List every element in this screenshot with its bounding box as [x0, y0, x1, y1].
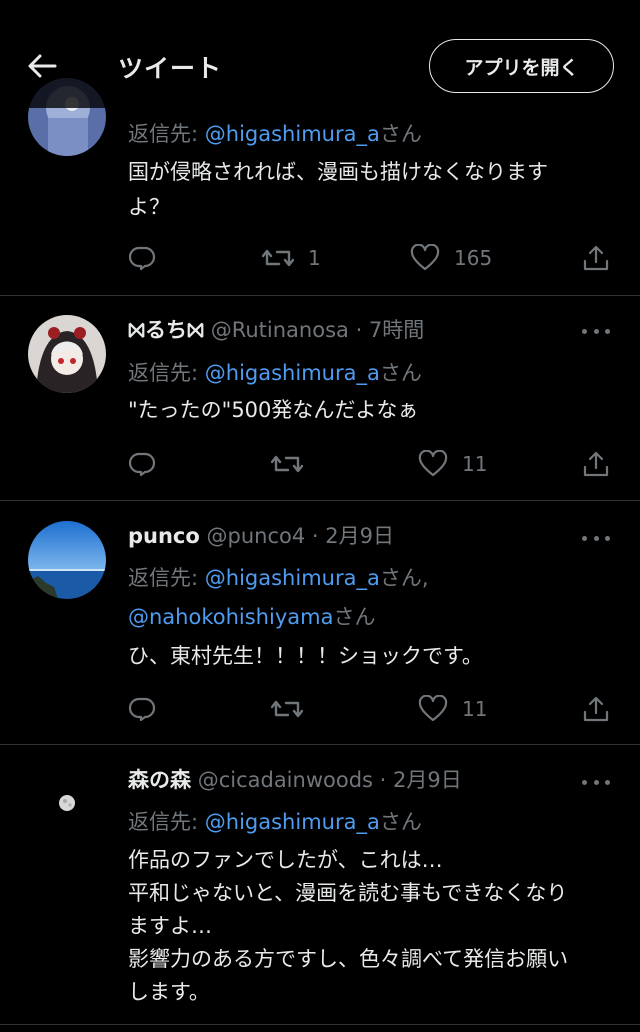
avatar[interactable]: [28, 521, 106, 599]
tweet-author-line: ⨝るち⨝ @Rutinanosa · 7時間: [128, 315, 424, 345]
tweet-author-line: punco @punco4 · 2月9日: [128, 521, 394, 551]
reply-prefix: 返信先:: [128, 361, 205, 385]
tweet-text: 影響力のある方ですし、色々調べて発信お願い: [128, 947, 569, 971]
timestamp[interactable]: · 2月9日: [312, 524, 394, 548]
like-button[interactable]: 165: [410, 244, 492, 272]
share-icon: [582, 695, 610, 723]
top-bar: ツイート アプリを開く: [0, 0, 640, 108]
tweet-card[interactable]: ⨝るち⨝ @Rutinanosa · 7時間 返信先: @higashimura…: [0, 296, 640, 501]
like-count: 11: [462, 697, 488, 721]
retweet-icon: [271, 695, 303, 723]
reply-suffix: さん: [379, 122, 422, 146]
reply-to-line: 返信先: @higashimura_aさん,: [128, 563, 429, 593]
display-name[interactable]: 森の森: [128, 768, 191, 792]
back-arrow-icon[interactable]: [24, 48, 60, 84]
open-app-button[interactable]: アプリを開く: [429, 39, 614, 93]
display-name[interactable]: ⨝るち⨝: [128, 318, 204, 342]
tweet-thread-page: ツイート アプリを開く 返信先: @higashimura_aさん 国が侵略され…: [0, 0, 640, 1032]
heart-icon: [418, 695, 448, 723]
retweet-icon: [262, 244, 294, 272]
reply-handle-link[interactable]: @higashimura_a: [205, 122, 380, 146]
tweet-text: します。: [128, 980, 210, 1004]
reply-to-line: 返信先: @higashimura_aさん: [128, 807, 422, 837]
reply-icon: [128, 450, 156, 478]
share-icon: [582, 244, 610, 272]
reply-icon: [128, 695, 156, 723]
share-button[interactable]: [582, 450, 610, 478]
reply-to-line: @nahokohishiyamaさん: [128, 602, 375, 632]
reply-handle-link[interactable]: @nahokohishiyama: [128, 605, 333, 629]
tweet-text: ひ、東村先生！！！！ショックです。: [128, 644, 483, 668]
more-icon[interactable]: [582, 326, 610, 336]
retweet-button[interactable]: 1: [262, 244, 321, 272]
reply-suffix: さん: [379, 810, 422, 834]
tweet-author-line: 森の森 @cicadainwoods · 2月9日: [128, 765, 462, 795]
reply-button[interactable]: [128, 450, 156, 478]
tweet-card[interactable]: punco @punco4 · 2月9日 返信先: @higashimura_a…: [0, 501, 640, 745]
tweet-text: 平和じゃないと、漫画を読む事もできなくなり: [128, 881, 568, 905]
more-icon[interactable]: [582, 533, 610, 543]
reply-prefix: 返信先:: [128, 566, 205, 590]
share-button[interactable]: [582, 244, 610, 272]
avatar[interactable]: [28, 315, 106, 393]
reply-button[interactable]: [128, 695, 156, 723]
reply-suffix: さん: [379, 361, 422, 385]
retweet-count: 1: [308, 246, 321, 270]
reply-handle-link[interactable]: @higashimura_a: [205, 361, 380, 385]
reply-suffix: さん: [333, 605, 376, 629]
like-button[interactable]: 11: [418, 450, 487, 478]
tweet-text: よ？: [128, 195, 170, 219]
reply-prefix: 返信先:: [128, 810, 205, 834]
tweet-text: 作品のファンでしたが、これは…: [128, 848, 443, 872]
like-count: 11: [462, 452, 488, 476]
handle[interactable]: @cicadainwoods: [198, 768, 373, 792]
tweet-text: "たったの"500発なんだよなぁ: [128, 398, 419, 422]
tweet-text: ますよ…: [128, 914, 212, 938]
share-button[interactable]: [582, 695, 610, 723]
reply-handle-link[interactable]: @higashimura_a: [205, 566, 380, 590]
retweet-button[interactable]: [271, 695, 303, 723]
like-count: 165: [454, 246, 493, 270]
timestamp[interactable]: · 2月9日: [380, 768, 462, 792]
heart-icon: [418, 450, 448, 478]
retweet-icon: [271, 450, 303, 478]
tweet-card[interactable]: 森の森 @cicadainwoods · 2月9日 返信先: @higashim…: [0, 745, 640, 1025]
reply-to-line: 返信先: @higashimura_aさん: [128, 119, 422, 149]
tweet-text: 国が侵略されれば、漫画も描けなくなります: [128, 160, 548, 184]
handle[interactable]: @punco4: [207, 524, 306, 548]
page-title: ツイート: [118, 54, 223, 83]
reply-icon: [128, 244, 156, 272]
share-icon: [582, 450, 610, 478]
avatar[interactable]: [28, 764, 106, 842]
timestamp[interactable]: · 7時間: [356, 318, 425, 342]
reply-to-line: 返信先: @higashimura_aさん: [128, 358, 422, 388]
heart-icon: [410, 244, 440, 272]
reply-suffix: さん,: [379, 566, 429, 590]
like-button[interactable]: 11: [418, 695, 487, 723]
reply-handle-link[interactable]: @higashimura_a: [205, 810, 380, 834]
retweet-button[interactable]: [271, 450, 303, 478]
more-icon[interactable]: [582, 777, 610, 787]
display-name[interactable]: punco: [128, 524, 200, 548]
reply-button[interactable]: [128, 244, 156, 272]
handle[interactable]: @Rutinanosa: [211, 318, 349, 342]
reply-prefix: 返信先:: [128, 122, 205, 146]
